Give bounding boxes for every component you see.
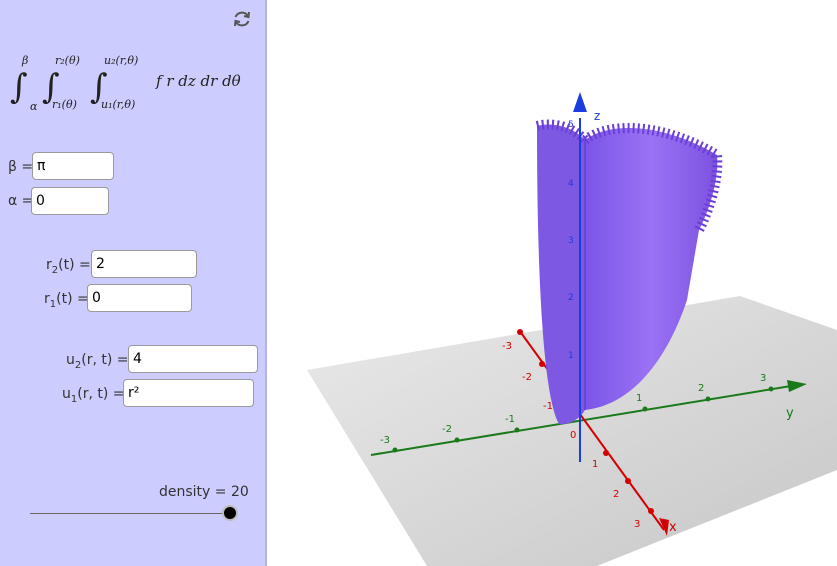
u-lower-limit: u₁(r,θ) — [101, 98, 135, 111]
y-tick-label: 3 — [760, 373, 766, 384]
y-tick-label: 2 — [698, 383, 704, 394]
x-axis-label: x — [669, 520, 677, 535]
r2-label: r2(t) = — [46, 257, 91, 276]
refresh-icon[interactable] — [231, 8, 253, 30]
z-tick-label: 4 — [568, 179, 574, 189]
graphics-3d-view[interactable]: -3 -2 -1 1 2 3 y -3 -2 -1 0 1 2 3 x 5 4 … — [267, 0, 837, 566]
x-tick-label: 0 — [570, 430, 576, 441]
x-tick-label: 2 — [613, 489, 619, 500]
r-upper-limit: r₂(θ) — [55, 54, 80, 67]
beta-limit: β — [21, 54, 28, 67]
alpha-limit: α — [30, 100, 38, 113]
density-slider-track[interactable] — [30, 513, 230, 514]
z-tick-label: 3 — [568, 236, 574, 246]
density-label: density = 20 — [159, 484, 249, 500]
z-tick-label: 2 — [568, 293, 574, 303]
svg-text:∫: ∫ — [10, 67, 28, 107]
r1-input[interactable] — [87, 284, 192, 312]
r2-input[interactable] — [91, 250, 197, 278]
y-axis-label: y — [786, 406, 794, 421]
r1-label: r1(t) = — [44, 291, 89, 310]
alpha-label: α = — [8, 193, 34, 209]
y-tick-label: -2 — [442, 424, 452, 435]
y-tick-label: 1 — [636, 393, 642, 404]
u1-input[interactable] — [123, 379, 254, 407]
x-tick-label: 1 — [592, 459, 598, 470]
u2-input[interactable] — [128, 345, 258, 373]
u1-label: u1(r, t) = — [62, 386, 125, 405]
y-tick-label: -1 — [505, 414, 515, 425]
alpha-input[interactable] — [31, 187, 109, 215]
z-tick-label: 5 — [568, 120, 574, 130]
x-tick-label: 3 — [634, 519, 640, 530]
beta-input[interactable] — [32, 152, 114, 180]
u-upper-limit: u₂(r,θ) — [104, 54, 138, 67]
z-tick-label: 1 — [568, 351, 574, 361]
r-lower-limit: r₁(θ) — [52, 98, 77, 111]
density-slider-handle[interactable] — [222, 505, 238, 521]
x-tick-label: -2 — [522, 372, 532, 383]
z-axis-label: z — [594, 109, 600, 123]
integrand: f r dz dr dθ — [155, 72, 241, 90]
beta-label: β = — [8, 159, 34, 175]
y-tick-label: -3 — [380, 435, 390, 446]
algebra-panel: ∫ β α ∫ r₂(θ) r₁(θ) ∫ u₂(r,θ) u₁(r,θ) f … — [0, 0, 265, 566]
x-tick-label: -3 — [502, 341, 512, 352]
triple-integral-formula: ∫ β α ∫ r₂(θ) r₁(θ) ∫ u₂(r,θ) u₁(r,θ) f … — [10, 54, 241, 113]
x-tick-label: -1 — [543, 401, 553, 412]
u2-label: u2(r, t) = — [66, 352, 129, 371]
